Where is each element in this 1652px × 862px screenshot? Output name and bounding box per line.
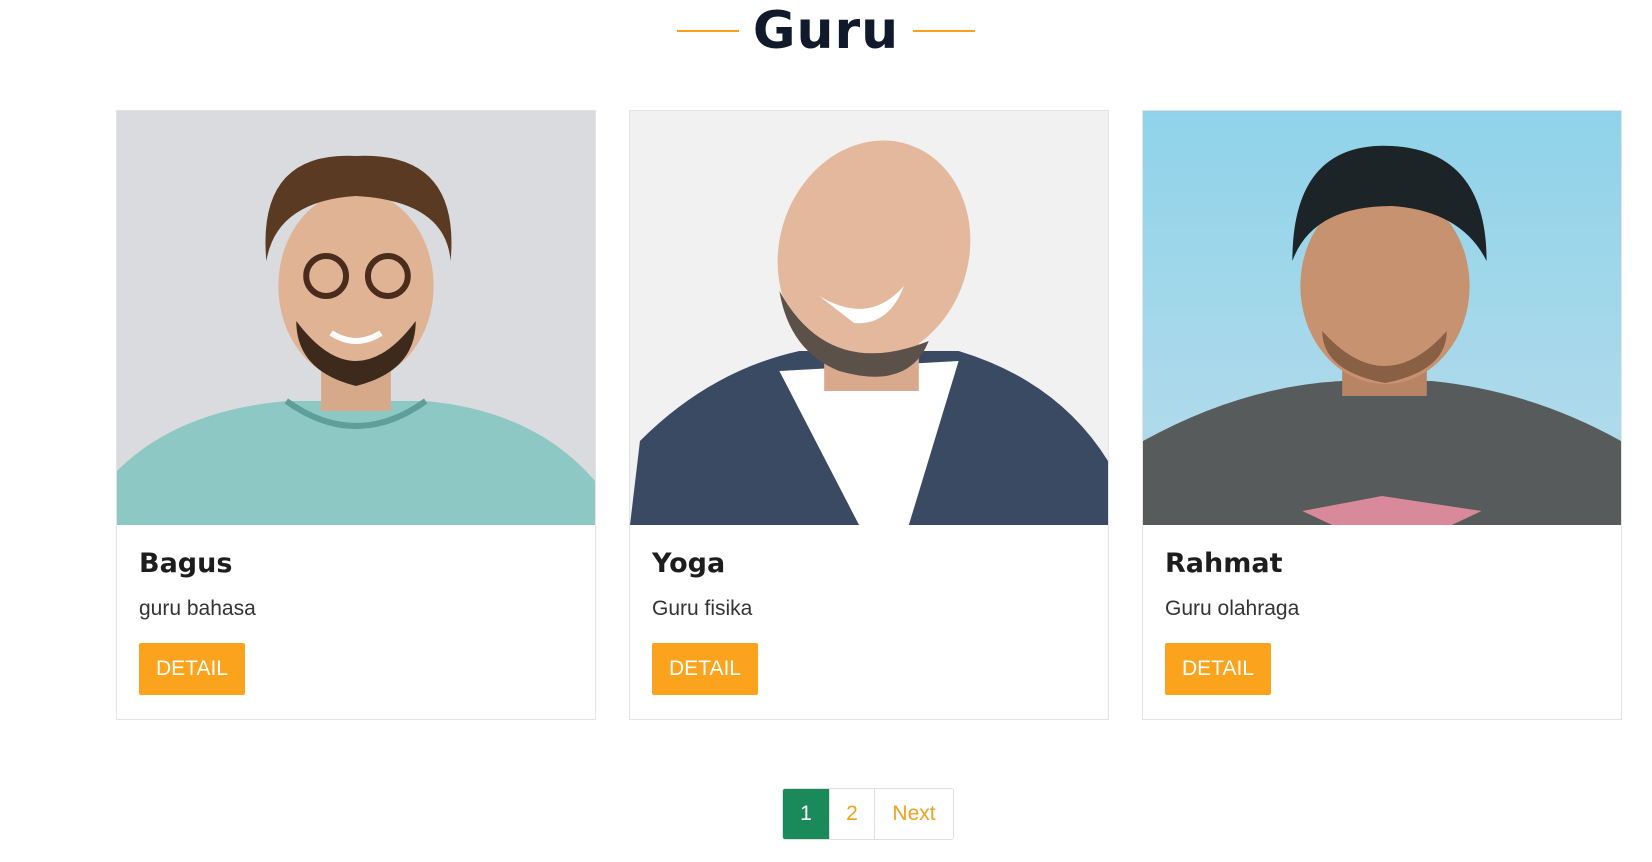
section-header: Guru (0, 0, 1652, 62)
teacher-photo (630, 111, 1108, 525)
teacher-role: Guru olahraga (1165, 597, 1300, 620)
title-decor-line-right (913, 30, 976, 32)
teacher-role: guru bahasa (139, 597, 256, 620)
teacher-photo (117, 111, 595, 525)
title-decor-line-left (676, 30, 739, 32)
pagination: 1 2 Next (782, 788, 954, 840)
page-link-2[interactable]: 2 (830, 789, 875, 839)
teacher-card: Rahmat Guru olahraga DETAIL (1142, 110, 1622, 720)
teacher-name: Rahmat (1165, 548, 1283, 579)
detail-button[interactable]: DETAIL (139, 643, 245, 695)
detail-button[interactable]: DETAIL (1165, 643, 1271, 695)
teacher-card: Yoga Guru fisika DETAIL (629, 110, 1109, 720)
teacher-card: Bagus guru bahasa DETAIL (116, 110, 596, 720)
next-page-link[interactable]: Next (875, 789, 953, 839)
teacher-name: Bagus (139, 548, 233, 579)
page-link-1[interactable]: 1 (783, 789, 830, 839)
teacher-name: Yoga (652, 548, 726, 579)
teacher-photo (1143, 111, 1621, 525)
teachers-page: Guru Bagus guru bahasa DETAIL Yoga Guru … (0, 0, 1652, 862)
teacher-card-list: Bagus guru bahasa DETAIL Yoga Guru fisik… (116, 110, 1626, 720)
section-title: Guru (752, 1, 900, 61)
detail-button[interactable]: DETAIL (652, 643, 758, 695)
teacher-role: Guru fisika (652, 597, 753, 620)
